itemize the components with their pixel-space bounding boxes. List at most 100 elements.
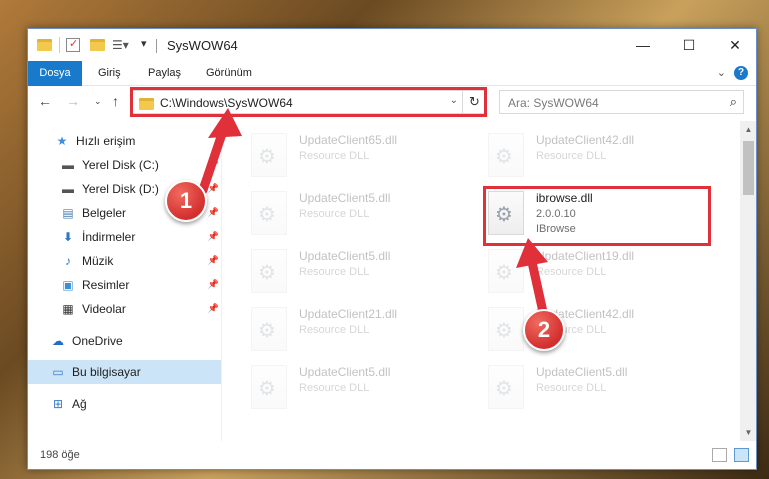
file-name: UpdateClient5.dll [299, 191, 391, 205]
file-name: UpdateClient5.dll [536, 365, 628, 379]
file-item[interactable]: UpdateClient19.dll Resource DLL [488, 245, 718, 303]
close-button[interactable]: ✕ [712, 29, 756, 61]
sidebar-item-this-pc[interactable]: ▭ Bu bilgisayar [28, 360, 221, 384]
sidebar-item-downloads[interactable]: ⬇ İndirmeler 📌 [28, 225, 221, 249]
search-input[interactable]: Ara: SysWOW64 [508, 96, 599, 110]
file-name: UpdateClient65.dll [299, 133, 398, 147]
star-icon: ★ [56, 134, 68, 148]
search-box[interactable]: Ara: SysWOW64 ⌕ [499, 90, 744, 114]
pane-divider[interactable] [221, 121, 222, 441]
sidebar-item-label: Bu bilgisayar [72, 365, 141, 379]
file-name: ibrowse.dll [536, 191, 593, 205]
dll-file-icon [251, 191, 287, 235]
pin-icon[interactable]: 📌 [208, 207, 219, 218]
step-badge-1: 1 [165, 180, 207, 222]
documents-icon: ▤ [62, 206, 74, 220]
file-item[interactable]: UpdateClient42.dll Resource DLL [488, 129, 718, 187]
sidebar-item-pictures[interactable]: ▣ Resimler 📌 [28, 273, 221, 297]
pin-icon[interactable]: 📌 [208, 279, 219, 290]
title-separator [156, 39, 157, 53]
file-item-ibrowse[interactable]: ibrowse.dll 2.0.0.10 IBrowse [488, 187, 718, 245]
search-icon[interactable]: ⌕ [730, 94, 737, 110]
forward-button[interactable]: → [66, 93, 80, 109]
quick-access-dropdown-icon[interactable]: ▾ [141, 37, 147, 50]
dll-file-icon [488, 191, 524, 235]
file-description: Resource DLL [299, 266, 370, 278]
sidebar-item-label: Ağ [72, 397, 87, 411]
help-icon[interactable]: ? [734, 66, 748, 80]
file-item[interactable]: UpdateClient5.dll Resource DLL [251, 187, 481, 245]
properties-icon[interactable]: ✓ [66, 38, 80, 52]
window-title: SysWOW64 [167, 38, 238, 53]
tab-gorunum[interactable]: Görünüm [196, 61, 262, 86]
file-name: UpdateClient21.dll [299, 307, 398, 321]
file-description: Resource DLL [536, 382, 607, 394]
sidebar-item-onedrive[interactable]: ☁ OneDrive [28, 329, 221, 353]
dll-file-icon [488, 307, 524, 351]
back-button[interactable]: ← [38, 93, 52, 109]
navigation-pane: ★ Hızlı erişim ▬ Yerel Disk (C:) 📌 ▬ Yer… [28, 121, 221, 441]
up-button[interactable]: ↑ [112, 93, 119, 109]
file-description: Resource DLL [299, 382, 370, 394]
file-name: UpdateClient42.dll [536, 133, 635, 147]
sidebar-item-label: Belgeler [82, 206, 127, 220]
sidebar-item-network[interactable]: ⊞ Ağ [28, 392, 221, 416]
sidebar-item-label: Yerel Disk (C:) [82, 158, 159, 172]
address-dropdown-icon[interactable]: ⌄ [450, 95, 458, 106]
dll-file-icon [488, 249, 524, 293]
scroll-up-icon[interactable]: ▲ [740, 121, 756, 138]
recent-locations-icon[interactable]: ⌄ [94, 96, 102, 107]
minimize-button[interactable]: — [620, 29, 666, 61]
sidebar-item-label: Videolar [82, 302, 126, 316]
computer-icon: ▭ [52, 365, 64, 379]
file-name: UpdateClient19.dll [536, 249, 635, 263]
customize-quick-access-icon[interactable]: ☰▾ [112, 38, 129, 52]
file-description: Resource DLL [536, 266, 607, 278]
ribbon: Dosya Giriş Paylaş Görünüm ⌄ ? [28, 61, 756, 86]
address-bar[interactable]: C:\Windows\SysWOW64 ⌄ ↻ [132, 90, 487, 114]
tab-giris[interactable]: Giriş [88, 61, 131, 86]
scroll-thumb[interactable] [743, 141, 754, 195]
file-item[interactable]: UpdateClient21.dll Resource DLL [251, 303, 481, 361]
file-item[interactable]: UpdateClient5.dll Resource DLL [488, 361, 718, 419]
sidebar-item-label: Hızlı erişim [76, 134, 136, 148]
title-bar: ✓ ☰▾ ▾ SysWOW64 — ☐ ✕ [28, 29, 756, 61]
pin-icon[interactable]: 📌 [208, 255, 219, 266]
sidebar-item-videos[interactable]: ▦ Videolar 📌 [28, 297, 221, 321]
videos-icon: ▦ [62, 302, 74, 316]
drive-icon: ▬ [62, 182, 74, 196]
file-item[interactable]: UpdateClient5.dll Resource DLL [251, 361, 481, 419]
expand-ribbon-icon[interactable]: ⌄ [717, 66, 726, 79]
dll-file-icon [251, 307, 287, 351]
details-view-button[interactable] [712, 448, 727, 462]
file-name: UpdateClient5.dll [299, 249, 391, 263]
address-path[interactable]: C:\Windows\SysWOW64 [160, 96, 293, 110]
maximize-button[interactable]: ☐ [666, 29, 712, 61]
cloud-icon: ☁ [52, 334, 64, 348]
file-item[interactable]: UpdateClient5.dll Resource DLL [251, 245, 481, 303]
scroll-down-icon[interactable]: ▼ [740, 424, 756, 441]
file-version: 2.0.0.10 [536, 208, 576, 220]
sidebar-item-quick-access[interactable]: ★ Hızlı erişim [28, 129, 221, 153]
file-item[interactable]: UpdateClient65.dll Resource DLL [251, 129, 481, 187]
sidebar-item-label: OneDrive [72, 334, 123, 348]
pin-icon[interactable]: 📌 [208, 231, 219, 242]
file-description: Resource DLL [299, 150, 370, 162]
vertical-scrollbar[interactable]: ▲ ▼ [740, 121, 756, 441]
pin-icon[interactable]: 📌 [208, 159, 219, 170]
tab-dosya[interactable]: Dosya [28, 61, 82, 86]
explorer-window: ✓ ☰▾ ▾ SysWOW64 — ☐ ✕ Dosya Giriş Paylaş… [27, 28, 757, 470]
pin-icon[interactable]: 📌 [208, 303, 219, 314]
network-icon: ⊞ [52, 397, 64, 411]
pin-icon[interactable]: 📌 [208, 183, 219, 194]
sidebar-item-disk-c[interactable]: ▬ Yerel Disk (C:) 📌 [28, 153, 221, 177]
new-folder-icon[interactable] [90, 39, 105, 51]
sidebar-item-music[interactable]: ♪ Müzik 📌 [28, 249, 221, 273]
music-icon: ♪ [65, 254, 71, 268]
tiles-view-button[interactable] [734, 448, 749, 462]
file-list: UpdateClient65.dll Resource DLL UpdateCl… [223, 121, 740, 441]
item-count: 198 öğe [40, 449, 80, 461]
tab-paylas[interactable]: Paylaş [138, 61, 191, 86]
status-bar: 198 öğe [28, 442, 756, 469]
refresh-icon[interactable]: ↻ [462, 91, 486, 113]
